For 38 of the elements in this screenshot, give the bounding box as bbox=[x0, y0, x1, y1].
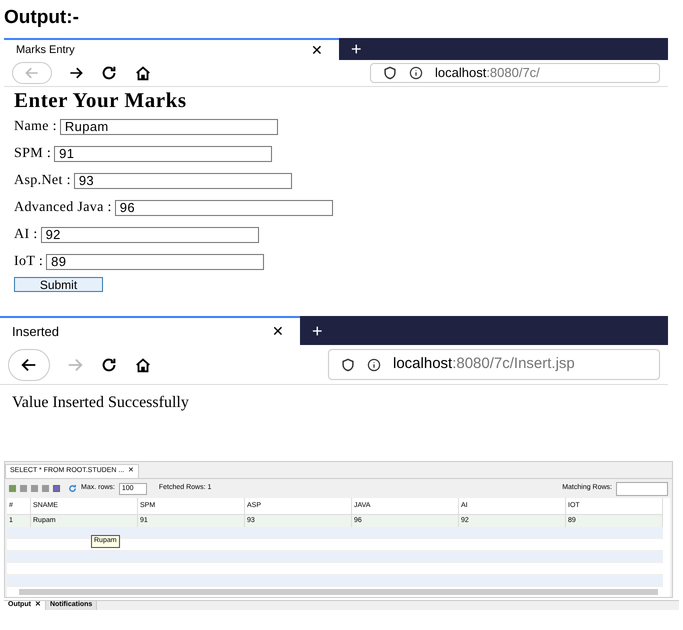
input-field[interactable]: 89 bbox=[46, 254, 264, 270]
field-label: Advanced Java : bbox=[14, 199, 112, 217]
reload-icon[interactable] bbox=[100, 356, 118, 374]
page-heading: Output:- bbox=[3, 6, 80, 30]
shield-icon bbox=[383, 66, 397, 80]
submit-button[interactable]: Submit bbox=[14, 277, 103, 292]
info-icon bbox=[409, 66, 423, 80]
url-text: localhost:8080/7c/Insert.jsp bbox=[393, 354, 575, 374]
new-tab-button[interactable]: + bbox=[300, 322, 335, 340]
close-tab-button[interactable]: ✕ bbox=[307, 40, 327, 60]
input-field[interactable]: 96 bbox=[114, 200, 333, 216]
input-field[interactable]: 93 bbox=[74, 172, 292, 188]
home-icon[interactable] bbox=[134, 356, 152, 374]
field-label: SPM : bbox=[14, 145, 52, 163]
form-title: Enter Your Marks bbox=[14, 87, 188, 113]
field-label: Name : bbox=[14, 118, 57, 136]
back-button[interactable] bbox=[8, 348, 50, 380]
address-bar[interactable]: localhost:8080/7c/Insert.jsp bbox=[328, 348, 660, 380]
new-tab-button[interactable]: + bbox=[339, 40, 374, 58]
field-label: IoT : bbox=[14, 253, 44, 271]
url-text: localhost:8080/7c/ bbox=[435, 64, 540, 82]
info-icon bbox=[367, 358, 381, 372]
reload-icon[interactable] bbox=[100, 64, 118, 82]
field-label: AI : bbox=[14, 226, 38, 244]
input-field[interactable]: Rupam bbox=[60, 118, 278, 134]
field-label: Asp.Net : bbox=[14, 172, 71, 190]
refresh-icon[interactable] bbox=[68, 484, 77, 493]
delete-icon[interactable] bbox=[53, 485, 60, 492]
matching-rows-field[interactable] bbox=[616, 482, 668, 496]
home-icon[interactable] bbox=[134, 64, 152, 82]
input-field[interactable]: 92 bbox=[40, 226, 259, 242]
close-tab-button[interactable]: ✕ bbox=[268, 321, 288, 342]
shield-icon bbox=[341, 358, 355, 372]
horizontal-scrollbar[interactable] bbox=[7, 587, 670, 597]
forward-arrow-icon[interactable] bbox=[68, 65, 84, 81]
success-message: Value Inserted Successfully bbox=[11, 393, 190, 413]
address-bar[interactable]: localhost:8080/7c/ bbox=[370, 62, 660, 84]
input-field[interactable]: 91 bbox=[54, 146, 272, 162]
